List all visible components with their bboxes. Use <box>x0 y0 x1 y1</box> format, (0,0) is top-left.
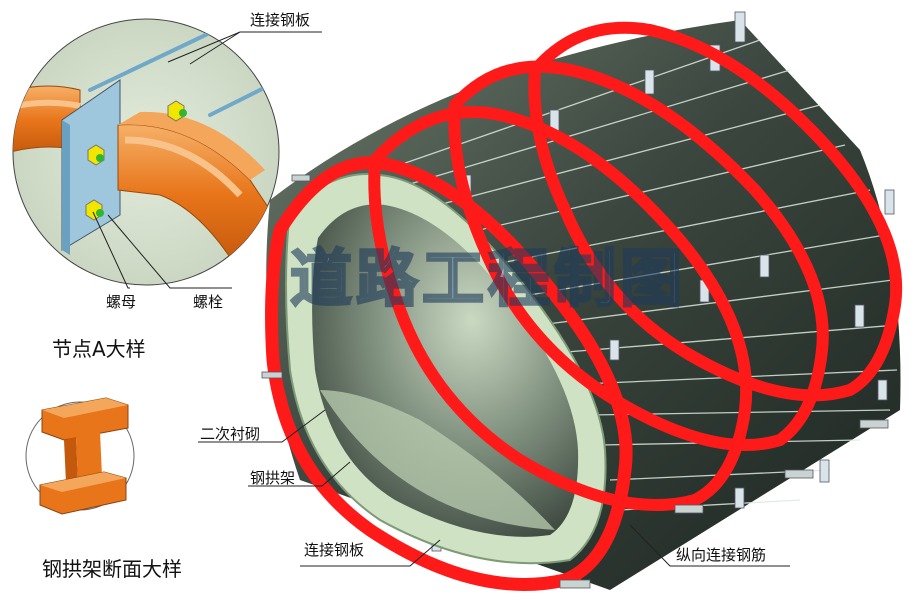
label-bolt: 螺栓 <box>193 293 224 311</box>
diagram-stage: 道路工程制图 连接钢板 螺母 螺栓 节点A大样 二次衬砌 钢拱架 连接钢板 纵向… <box>0 0 919 600</box>
watermark: 道路工程制图 <box>289 241 686 317</box>
label-steel-arch: 钢拱架 <box>250 469 296 487</box>
tunnel-support-illustration: 道路工程制图 <box>12 11 903 591</box>
detail-a-view <box>12 18 280 286</box>
watermark-text: 道路工程制图 <box>290 242 686 315</box>
label-detail-a-title: 节点A大样 <box>52 337 146 361</box>
label-nut: 螺母 <box>106 293 137 311</box>
label-longitudinal-rebar: 纵向连接钢筋 <box>676 546 767 564</box>
section-view <box>25 397 135 515</box>
label-section-title: 钢拱架断面大样 <box>42 557 182 581</box>
label-bottom-connection-plate: 连接钢板 <box>304 541 365 559</box>
label-secondary-lining: 二次衬砌 <box>200 425 261 443</box>
label-top-connection-plate: 连接钢板 <box>250 11 311 29</box>
